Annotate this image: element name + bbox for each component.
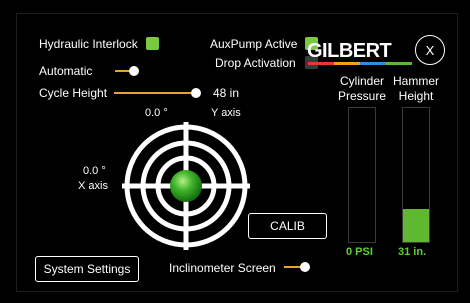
inclinometer-screen-toggle[interactable] <box>284 261 312 273</box>
gilbert-logo: GILBERT <box>307 40 392 62</box>
automatic-label: Automatic <box>39 64 93 78</box>
hammer-height-label-line1: Hammer <box>392 74 439 88</box>
cylinder-pressure-gauge <box>348 107 376 243</box>
y-axis-label: Y axis <box>211 107 241 119</box>
drop-activation-label: Drop Activation <box>215 56 296 70</box>
hydraulic-interlock-label: Hydraulic Interlock <box>39 37 138 51</box>
calib-button[interactable]: CALIB <box>248 213 327 239</box>
y-axis-value: 0.0 ° <box>145 107 168 119</box>
cycle-height-label: Cycle Height <box>39 86 108 100</box>
level-bubble <box>170 170 202 202</box>
control-panel: Hydraulic Interlock Automatic Cycle Heig… <box>16 13 458 292</box>
hydraulic-interlock-indicator <box>146 37 159 50</box>
cylinder-pressure-label-line1: Cylinder <box>339 74 384 88</box>
x-axis-label: X axis <box>78 180 108 192</box>
cycle-height-value: 48 in <box>213 86 240 100</box>
hammer-height-label: Hammer Height <box>392 74 440 104</box>
cylinder-pressure-label: Cylinder Pressure <box>338 74 386 104</box>
automatic-toggle-knob[interactable] <box>129 66 139 76</box>
inclinometer-toggle-knob[interactable] <box>300 262 310 272</box>
cylinder-pressure-gauge-frame <box>348 107 376 243</box>
cycle-height-track <box>114 92 194 94</box>
cylinder-pressure-label-line2: Pressure <box>338 89 387 103</box>
hammer-height-gauge <box>402 107 430 243</box>
logo-stripe <box>308 62 412 65</box>
hammer-height-label-line2: Height <box>398 89 434 103</box>
cylinder-pressure-value: 0 PSI <box>346 246 373 258</box>
aux-pump-label: AuxPump Active <box>210 37 298 51</box>
screen-frame: Hydraulic Interlock Automatic Cycle Heig… <box>0 0 470 303</box>
system-settings-button[interactable]: System Settings <box>35 256 139 282</box>
cycle-height-knob[interactable] <box>191 88 201 98</box>
inclinometer-target <box>122 122 250 250</box>
close-button[interactable]: X <box>415 35 445 65</box>
hammer-height-value: 31 in. <box>398 246 427 258</box>
automatic-toggle[interactable] <box>115 65 141 77</box>
cycle-height-slider[interactable] <box>114 87 204 99</box>
hammer-height-gauge-frame <box>402 107 430 243</box>
hammer-height-fill <box>403 208 429 242</box>
x-axis-value: 0.0 ° <box>83 165 106 177</box>
inclinometer-screen-label: Inclinometer Screen <box>169 261 276 275</box>
